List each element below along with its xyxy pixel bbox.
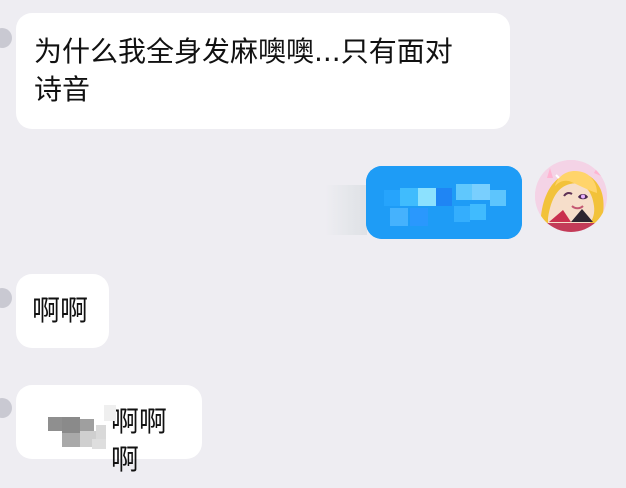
- message-bubble-incoming[interactable]: 为什么我全身发麻噢噢...只有面对 诗音: [16, 13, 510, 129]
- message-text-line: 诗音: [34, 73, 91, 106]
- contact-avatar-edge[interactable]: [0, 28, 12, 48]
- message-text: 啊啊啊: [110, 405, 167, 476]
- contact-avatar-edge[interactable]: [0, 288, 12, 308]
- message-bubble-incoming[interactable]: 啊啊啊: [16, 385, 202, 476]
- message-bubble-incoming[interactable]: 啊啊: [16, 274, 109, 348]
- contact-avatar-edge[interactable]: [0, 398, 12, 418]
- pixelated-blur-edge: [325, 185, 367, 235]
- anime-girl-avatar-icon[interactable]: [535, 160, 607, 232]
- pixelated-image: [30, 403, 116, 449]
- message-text: 啊啊: [32, 294, 89, 327]
- message-bubble-outgoing-pixelated[interactable]: [366, 166, 522, 239]
- message-text-line: 为什么我全身发麻噢噢...只有面对: [34, 35, 453, 68]
